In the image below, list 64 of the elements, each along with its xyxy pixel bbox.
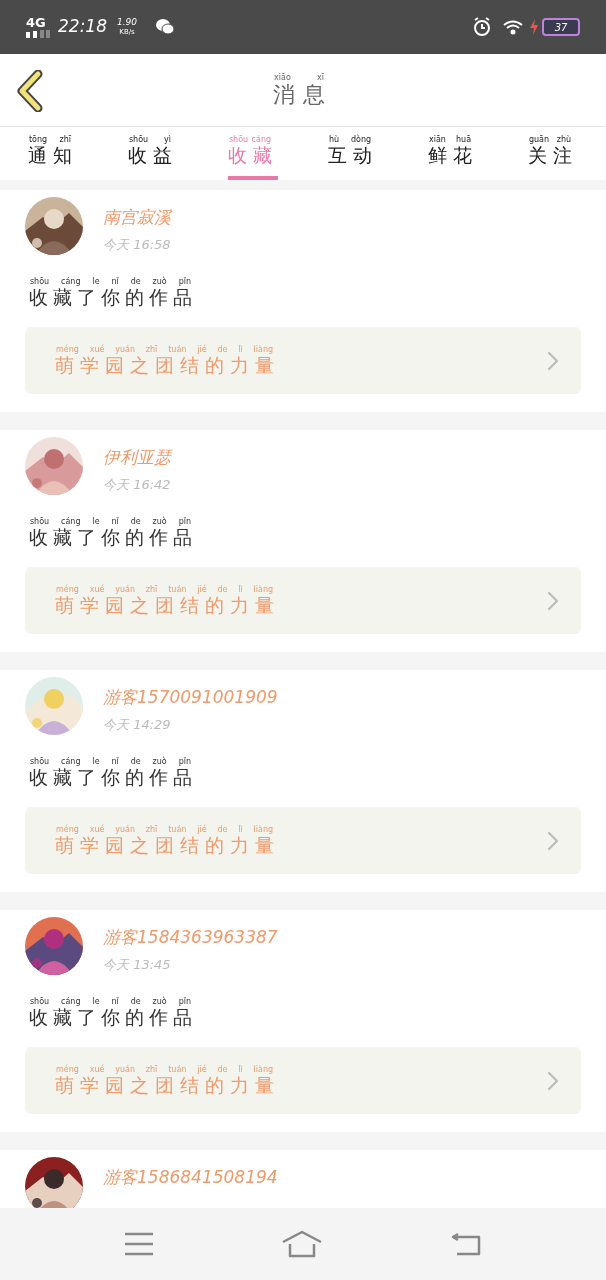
chevron-right-icon bbox=[547, 830, 559, 851]
work-link[interactable]: méng xué yuán zhī tuán jié de lì liàng 萌学园之团结的力量 bbox=[25, 327, 581, 394]
message-pinyin: shōu cáng le nǐ de zuò pǐn bbox=[29, 757, 192, 766]
chat-icon bbox=[155, 18, 176, 36]
tab-pinyin: xiān huā bbox=[428, 135, 472, 144]
work-pinyin: méng xué yuán zhī tuán jié de lì liàng bbox=[55, 824, 274, 834]
network-label: 4G bbox=[26, 16, 46, 30]
chevron-right-icon bbox=[547, 1070, 559, 1091]
message-pinyin: shōu cáng le nǐ de zuò pǐn bbox=[29, 517, 192, 526]
tab[interactable]: guān zhù 关注 bbox=[528, 127, 578, 180]
speed-value: 1.90 bbox=[117, 17, 138, 27]
user-name[interactable]: 游客1570091001909 bbox=[103, 685, 278, 711]
signal-icon bbox=[26, 30, 50, 38]
message-pinyin: shōu cáng le nǐ de zuò pǐn bbox=[29, 277, 192, 286]
chevron-right-icon bbox=[547, 350, 559, 371]
battery-level: 37 bbox=[554, 20, 568, 35]
title-pinyin: xiāo xī bbox=[273, 72, 325, 82]
back-icon[interactable] bbox=[16, 70, 44, 112]
chevron-right-icon bbox=[547, 590, 559, 611]
message-pinyin: shōu cáng le nǐ de zuò pǐn bbox=[29, 997, 192, 1006]
work-title: 萌学园之团结的力量 bbox=[55, 593, 280, 617]
tab[interactable]: xiān huā 鲜花 bbox=[428, 127, 478, 180]
message-text: 收藏了你的作品 bbox=[29, 286, 197, 309]
back-nav-icon[interactable] bbox=[450, 1232, 483, 1256]
message-text: 收藏了你的作品 bbox=[29, 526, 197, 549]
work-title: 萌学园之团结的力量 bbox=[55, 1073, 280, 1097]
tab[interactable]: tōng zhī 通知 bbox=[28, 127, 78, 180]
tab-label: 鲜花 bbox=[428, 144, 478, 167]
tab[interactable]: hù dòng 互动 bbox=[328, 127, 378, 180]
tab-label: 通知 bbox=[28, 144, 78, 167]
home-icon[interactable] bbox=[281, 1230, 323, 1258]
message-time: 今天 16:42 bbox=[103, 475, 171, 494]
message-time: 今天 13:45 bbox=[103, 955, 172, 974]
user-name[interactable]: 伊利亚瑟 bbox=[103, 445, 171, 471]
work-link[interactable]: méng xué yuán zhī tuán jié de lì liàng 萌学园之团结的力量 bbox=[25, 567, 581, 634]
user-name[interactable]: 游客1584363963387 bbox=[103, 925, 278, 951]
charging-icon bbox=[530, 19, 538, 35]
tab-label: 收藏 bbox=[228, 144, 278, 167]
message-time: 今天 14:29 bbox=[103, 715, 172, 734]
message-text: 收藏了你的作品 bbox=[29, 766, 197, 789]
work-link[interactable]: méng xué yuán zhī tuán jié de lì liàng 萌学园之团结的力量 bbox=[25, 1047, 581, 1114]
clock: 22:18 bbox=[58, 15, 107, 39]
work-pinyin: méng xué yuán zhī tuán jié de lì liàng bbox=[55, 344, 274, 354]
alarm-icon bbox=[472, 17, 492, 37]
tab[interactable]: shōu yì 收益 bbox=[128, 127, 178, 180]
tab-label: 收益 bbox=[128, 144, 178, 167]
work-pinyin: méng xué yuán zhī tuán jié de lì liàng bbox=[55, 1064, 274, 1074]
page-title: 消息 bbox=[273, 81, 333, 108]
menu-icon[interactable] bbox=[123, 1232, 154, 1256]
work-pinyin: méng xué yuán zhī tuán jié de lì liàng bbox=[55, 584, 274, 594]
message-time: 今天 16:58 bbox=[103, 235, 171, 254]
user-name[interactable]: 南宫寂溪 bbox=[103, 205, 171, 231]
tab-label: 关注 bbox=[528, 144, 578, 167]
message-text: 收藏了你的作品 bbox=[29, 1006, 197, 1029]
tab-pinyin: tōng zhī bbox=[28, 135, 72, 144]
tab-pinyin: hù dòng bbox=[328, 135, 372, 144]
user-name[interactable]: 游客1586841508194 bbox=[103, 1165, 278, 1191]
tab-label: 互动 bbox=[328, 144, 378, 167]
work-title: 萌学园之团结的力量 bbox=[55, 353, 280, 377]
work-link[interactable]: méng xué yuán zhī tuán jié de lì liàng 萌学园之团结的力量 bbox=[25, 807, 581, 874]
tab-pinyin: shōu yì bbox=[128, 135, 172, 144]
work-title: 萌学园之团结的力量 bbox=[55, 833, 280, 857]
tab-pinyin: shōu cáng bbox=[228, 135, 272, 144]
tab-pinyin: guān zhù bbox=[528, 135, 572, 144]
